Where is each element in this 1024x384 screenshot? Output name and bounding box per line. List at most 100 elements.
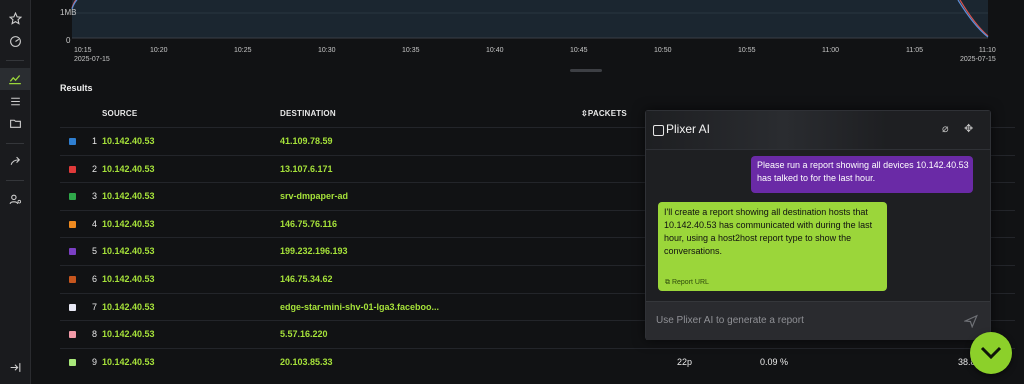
ai-panel-title: Plixer AI <box>666 122 711 136</box>
user-message: Please run a report showing all devices … <box>751 156 973 193</box>
series-color-swatch <box>69 193 76 201</box>
row-number: 9 <box>91 356 97 367</box>
x-tick-time: 11:05 <box>906 47 923 54</box>
dashboard-icon[interactable] <box>7 33 23 49</box>
clear-chat-icon[interactable]: ⌀ <box>942 122 949 135</box>
x-tick-time: 10:40 <box>486 47 504 54</box>
ai-message: I'll create a report showing all destina… <box>658 202 887 291</box>
x-tick-time: 10:15 <box>74 47 92 54</box>
ai-panel-header: Plixer AI ⌀ ✥ <box>646 111 990 150</box>
destination-link[interactable]: 199.232.196.193 <box>280 246 348 256</box>
destination-link[interactable]: 13.107.6.171 <box>280 164 333 174</box>
x-tick: 10:45 <box>570 46 588 55</box>
row-number: 8 <box>91 329 97 340</box>
traffic-chart: 1MB 0 10:15 2025-07-15 10:20 10:25 10:30 10:3… <box>60 0 1010 72</box>
column-header-packets[interactable]: ⇳PACKETS <box>581 109 627 118</box>
source-link[interactable]: 10.142.40.53 <box>102 329 155 339</box>
column-header-destination[interactable]: DESTINATION <box>280 109 336 118</box>
charts-icon[interactable] <box>0 68 30 90</box>
source-link[interactable]: 10.142.40.53 <box>102 219 155 229</box>
series-color-swatch <box>69 138 76 145</box>
x-tick-time: 11:00 <box>822 47 839 54</box>
plixer-ai-panel: Plixer AI ⌀ ✥ Please run a report showin… <box>645 110 991 340</box>
ai-prompt-placeholder: Use Plixer AI to generate a report <box>656 315 804 326</box>
left-nav <box>0 0 31 384</box>
series-color-swatch <box>69 276 76 283</box>
source-link[interactable]: 10.142.40.53 <box>102 191 155 201</box>
x-tick: 11:05 <box>906 46 923 55</box>
destination-link[interactable]: srv-dmpaper-ad <box>280 191 348 201</box>
x-tick-time: 10:35 <box>402 47 420 54</box>
x-tick: 10:50 <box>654 46 672 55</box>
plixer-ai-logo-icon <box>653 125 664 136</box>
x-tick-time: 11:10 <box>978 47 996 54</box>
row-number: 3 <box>91 191 97 202</box>
x-tick-time: 10:25 <box>234 47 252 54</box>
x-tick-date: 2025-07-15 <box>960 56 996 63</box>
ai-prompt-input[interactable]: Use Plixer AI to generate a report <box>646 301 990 340</box>
x-tick: 10:25 <box>234 46 252 55</box>
series-color-swatch <box>69 165 76 173</box>
destination-link[interactable]: 146.75.76.116 <box>280 219 337 229</box>
series-color-swatch <box>69 331 76 339</box>
row-number: 5 <box>91 246 97 257</box>
x-tick: 10:40 <box>486 46 504 55</box>
destination-link[interactable]: 20.103.85.33 <box>280 357 333 367</box>
source-link[interactable]: 10.142.40.53 <box>102 246 155 256</box>
source-link[interactable]: 10.142.40.53 <box>102 357 155 367</box>
destination-link[interactable]: 41.109.78.59 <box>280 136 333 146</box>
destination-link[interactable]: edge-star-mini-shv-01-lga3.faceboo... <box>280 302 439 312</box>
ai-message-text: I'll create a report showing all destina… <box>664 207 873 256</box>
chart-plot <box>71 0 989 39</box>
destination-link[interactable]: 5.57.16.220 <box>280 329 328 339</box>
source-link[interactable]: 10.142.40.53 <box>102 164 155 174</box>
source-link[interactable]: 10.142.40.53 <box>102 302 155 312</box>
row-number: 6 <box>91 274 97 284</box>
nav-divider <box>6 60 24 61</box>
external-link-icon: ⧉ <box>665 279 670 286</box>
series-color-swatch <box>69 220 76 228</box>
nav-divider <box>6 180 24 181</box>
series-color-swatch <box>69 358 76 366</box>
move-icon[interactable]: ✥ <box>964 122 973 135</box>
x-tick: 11:10 2025-07-15 <box>960 46 996 64</box>
x-tick-time: 10:20 <box>150 47 168 54</box>
folder-icon[interactable] <box>7 115 23 131</box>
report-url-link[interactable]: ⧉ Report URL <box>665 276 709 289</box>
users-settings-icon[interactable] <box>7 191 23 207</box>
send-icon[interactable] <box>962 314 978 331</box>
x-tick: 10:20 <box>150 46 168 55</box>
x-tick: 10:35 <box>402 46 420 55</box>
report-url-label: Report URL <box>671 279 709 286</box>
collapse-icon[interactable] <box>7 359 23 375</box>
sort-icon: ⇳ <box>581 109 588 118</box>
source-link[interactable]: 10.142.40.53 <box>102 274 155 284</box>
column-header-source[interactable]: SOURCE <box>102 109 137 118</box>
x-tick-time: 10:50 <box>654 47 672 54</box>
x-tick-time: 10:30 <box>318 47 336 54</box>
chevron-down-icon <box>980 346 1002 360</box>
nav-divider <box>6 143 24 144</box>
packets-header-label: PACKETS <box>587 109 627 118</box>
results-title: Results <box>60 83 93 93</box>
share-icon[interactable] <box>7 153 23 169</box>
series-color-swatch <box>69 248 76 256</box>
x-tick: 10:30 <box>318 46 336 55</box>
x-tick-time: 10:45 <box>570 47 588 54</box>
resize-handle[interactable] <box>570 69 602 72</box>
packets-value: 22p <box>676 356 692 367</box>
source-link[interactable]: 10.142.40.53 <box>102 136 155 146</box>
x-tick: 10:55 <box>738 46 756 55</box>
x-tick-time: 10:55 <box>738 47 756 54</box>
y-tick: 1MB <box>60 8 77 17</box>
y-tick: 0 <box>66 36 71 45</box>
row-number: 1 <box>91 136 97 146</box>
table-row[interactable]: 910.142.40.5320.103.85.3322p0.09 %38.89.… <box>60 347 1015 376</box>
star-icon[interactable] <box>7 10 23 26</box>
ai-toggle-button[interactable] <box>970 332 1012 374</box>
list-icon[interactable] <box>7 93 23 109</box>
row-number: 4 <box>91 218 97 229</box>
row-number: 7 <box>91 301 97 312</box>
destination-link[interactable]: 146.75.34.62 <box>280 274 333 284</box>
percent-value: 0.09 % <box>760 356 789 367</box>
